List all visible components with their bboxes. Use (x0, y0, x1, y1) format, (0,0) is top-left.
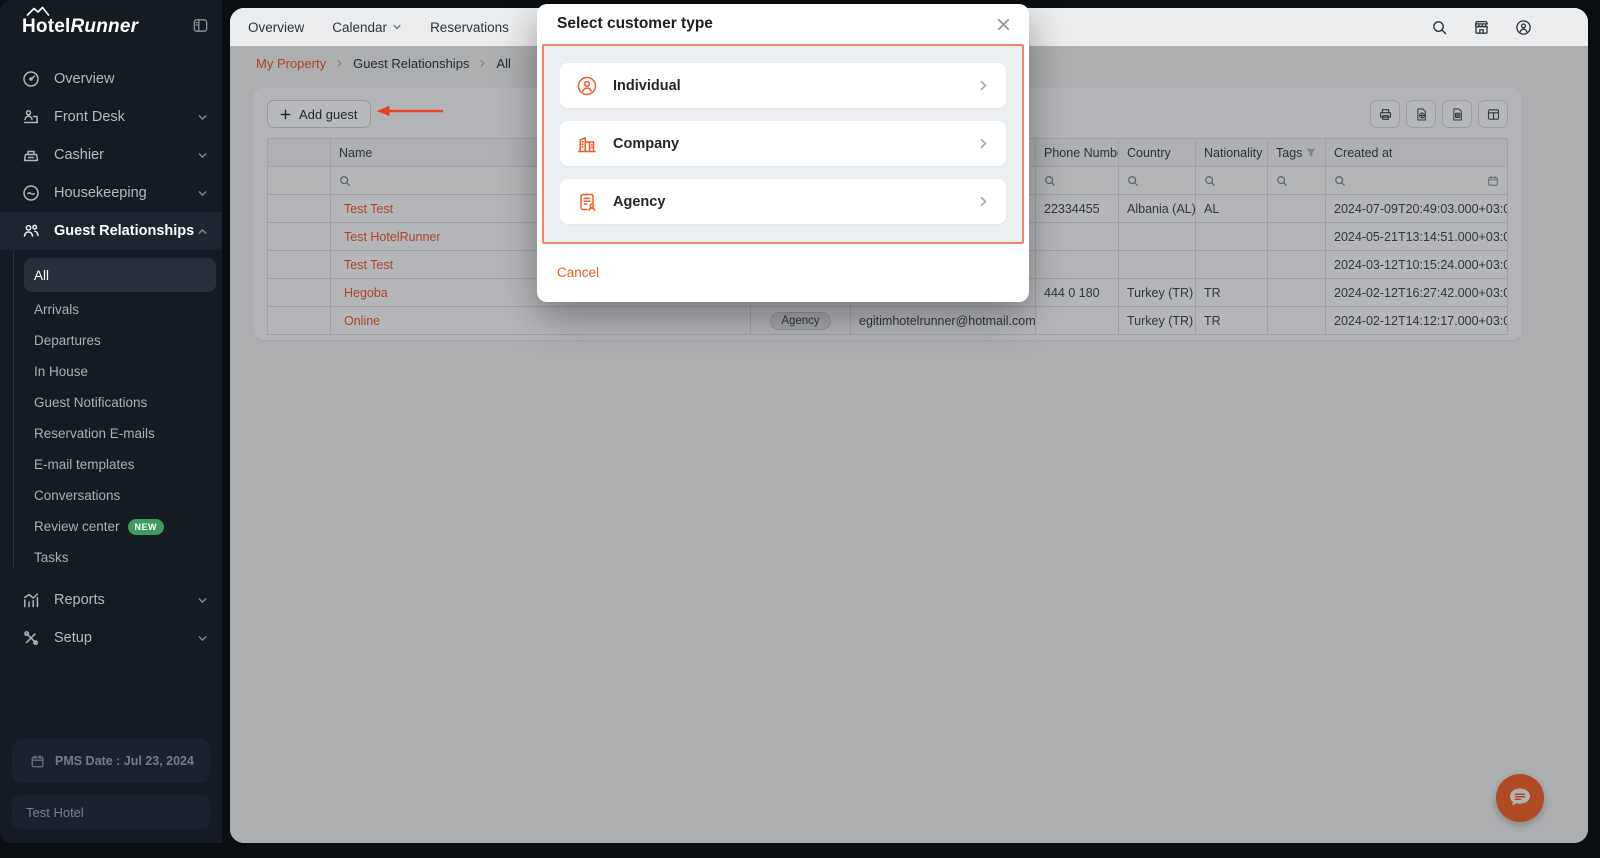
submenu-item-e-mail-templates[interactable]: E-mail templates (0, 449, 222, 480)
chevron-right-icon (977, 137, 990, 150)
submenu-item-tasks[interactable]: Tasks (0, 542, 222, 573)
pms-date-button[interactable]: PMS Date : Jul 23, 2024 (12, 739, 210, 783)
navbar-icons (1431, 19, 1588, 36)
setup-icon (22, 629, 40, 647)
pms-date-label: PMS Date : Jul 23, 2024 (55, 754, 194, 768)
customer-type-label: Individual (613, 78, 977, 94)
agency-icon (576, 191, 598, 213)
customer-type-options: Individual Company Agency (542, 44, 1024, 244)
store-icon[interactable] (1473, 19, 1490, 36)
hotelrunner-logo[interactable]: HotelRunner (22, 16, 138, 38)
customer-type-label: Agency (613, 194, 977, 210)
tab-overview[interactable]: Overview (248, 20, 304, 35)
submenu-item-in-house[interactable]: In House (0, 356, 222, 387)
profile-icon[interactable] (1515, 19, 1532, 36)
submenu-item-all[interactable]: All (24, 258, 216, 292)
sidebar-footer: PMS Date : Jul 23, 2024 Test Hotel (0, 739, 222, 843)
chevron-down-icon (197, 150, 208, 161)
chevron-up-icon (197, 226, 208, 237)
company-icon (576, 133, 598, 155)
guests-icon (22, 222, 40, 240)
hotel-name-label: Test Hotel (26, 805, 84, 820)
sidebar-item-overview[interactable]: Overview (0, 60, 222, 98)
sidebar-item-guest-relationships[interactable]: Guest Relationships (0, 212, 222, 250)
front-desk-icon (22, 108, 40, 126)
logo-text-bold: Hotel (22, 16, 71, 37)
select-customer-type-modal: Select customer type Individual Company Ag… (537, 4, 1029, 302)
calendar-icon (30, 754, 45, 769)
submenu-item-label: E-mail templates (34, 457, 135, 472)
sidebar-item-reports[interactable]: Reports (0, 581, 222, 619)
submenu-item-label: Review center (34, 519, 120, 534)
submenu-item-review-center[interactable]: Review center NEW (0, 511, 222, 542)
new-badge: NEW (128, 519, 165, 535)
reports-icon (22, 591, 40, 609)
tab-reservations[interactable]: Reservations (430, 20, 509, 35)
sidebar-item-label: Overview (54, 71, 208, 87)
customer-type-label: Company (613, 136, 977, 152)
submenu-item-label: In House (34, 364, 88, 379)
modal-footer: Cancel (537, 244, 1029, 300)
chevron-down-icon (197, 595, 208, 606)
sidebar-item-label: Setup (54, 630, 197, 646)
submenu-item-reservation-e-mails[interactable]: Reservation E-mails (0, 418, 222, 449)
logo-mountain-icon (26, 6, 50, 16)
sidebar-toggle-icon[interactable] (192, 17, 209, 34)
cancel-button[interactable]: Cancel (557, 265, 599, 280)
chevron-down-icon (197, 633, 208, 644)
modal-title: Select customer type (557, 15, 713, 33)
chevron-down-icon (392, 22, 402, 32)
chevron-right-icon (977, 195, 990, 208)
sidebar: HotelRunner Overview Front Desk Cashier Hou… (0, 0, 222, 843)
sidebar-item-label: Housekeeping (54, 185, 197, 201)
tab-label: Calendar (332, 20, 387, 35)
submenu-item-arrivals[interactable]: Arrivals (0, 294, 222, 325)
tab-calendar[interactable]: Calendar (332, 20, 402, 35)
sidebar-item-label: Cashier (54, 147, 197, 163)
customer-type-company[interactable]: Company (560, 121, 1006, 166)
submenu-item-departures[interactable]: Departures (0, 325, 222, 356)
sidebar-item-setup[interactable]: Setup (0, 619, 222, 657)
gauge-icon (22, 70, 40, 88)
submenu-item-label: Tasks (34, 550, 69, 565)
guest-relationships-submenu: All Arrivals Departures In House Guest Notif… (0, 250, 222, 581)
submenu-item-label: Departures (34, 333, 101, 348)
tab-label: Reservations (430, 20, 509, 35)
close-icon[interactable] (996, 17, 1011, 32)
chevron-right-icon (977, 79, 990, 92)
tab-label: Overview (248, 20, 304, 35)
sidebar-item-front-desk[interactable]: Front Desk (0, 98, 222, 136)
housekeeping-icon (22, 184, 40, 202)
submenu-item-label: Reservation E-mails (34, 426, 155, 441)
submenu-item-guest-notifications[interactable]: Guest Notifications (0, 387, 222, 418)
hotel-selector[interactable]: Test Hotel (12, 795, 210, 829)
modal-header: Select customer type (537, 4, 1029, 44)
customer-type-individual[interactable]: Individual (560, 63, 1006, 108)
customer-type-agency[interactable]: Agency (560, 179, 1006, 224)
sidebar-item-label: Guest Relationships (54, 223, 197, 239)
sidebar-nav: Overview Front Desk Cashier Housekeeping Gue… (0, 60, 222, 739)
chevron-down-icon (197, 188, 208, 199)
submenu-item-label: Conversations (34, 488, 120, 503)
sidebar-item-label: Reports (54, 592, 197, 608)
sidebar-header: HotelRunner (0, 0, 222, 50)
cashier-icon (22, 146, 40, 164)
sidebar-item-housekeeping[interactable]: Housekeeping (0, 174, 222, 212)
annotation-arrow-icon (375, 104, 445, 118)
submenu-item-label: Arrivals (34, 302, 79, 317)
chevron-down-icon (197, 112, 208, 123)
submenu-item-conversations[interactable]: Conversations (0, 480, 222, 511)
screen: HotelRunner Overview Front Desk Cashier Hou… (0, 0, 1600, 858)
logo-text-italic: Runner (71, 16, 139, 37)
submenu-item-label: All (34, 268, 49, 283)
search-icon[interactable] (1431, 19, 1448, 36)
submenu-item-label: Guest Notifications (34, 395, 147, 410)
sidebar-item-cashier[interactable]: Cashier (0, 136, 222, 174)
sidebar-item-label: Front Desk (54, 109, 197, 125)
individual-icon (576, 75, 598, 97)
